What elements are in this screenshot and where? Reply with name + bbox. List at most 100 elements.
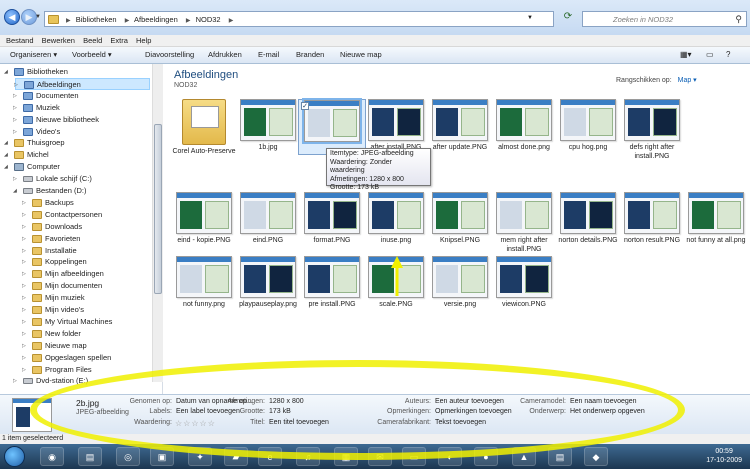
file-tile[interactable]: mem right after install.PNG	[490, 192, 558, 254]
burn-button[interactable]: Branden	[296, 50, 324, 59]
tree-item[interactable]: ▷ Documenten	[13, 90, 150, 102]
file-tile[interactable]: playpauseplay.png	[234, 256, 302, 310]
expand-arrow-icon[interactable]: ▷	[22, 352, 28, 364]
tree-item[interactable]: ▷ My Virtual Machines	[22, 316, 150, 328]
print-button[interactable]: Afdrukken	[208, 50, 242, 59]
tree-item[interactable]: ▷ Afbeeldingen	[14, 77, 150, 90]
tree-item[interactable]: ▷ Mijn documenten	[22, 280, 150, 292]
menu-item[interactable]: Help	[136, 35, 151, 47]
back-arrow-icon[interactable]: ◀	[4, 9, 20, 25]
tree-item[interactable]: ▷ New folder	[22, 328, 150, 340]
new-folder-button[interactable]: Nieuwe map	[340, 50, 382, 59]
breadcrumb-item[interactable]: Bibliotheken	[76, 15, 117, 24]
expand-arrow-icon[interactable]: ▷	[22, 221, 28, 233]
select-checkbox[interactable]: ✓	[301, 102, 309, 110]
breadcrumb-item[interactable]: NOD32	[196, 15, 221, 24]
tree-item[interactable]: ▷ Opgeslagen spellen	[22, 352, 150, 364]
file-tile[interactable]: after install.PNG	[362, 99, 430, 153]
file-tile[interactable]: norton result.PNG	[618, 192, 686, 246]
nav-scrollbar[interactable]	[152, 64, 163, 382]
tree-item[interactable]: ▷ Nieuwe bibliotheek	[13, 114, 150, 126]
chevron-right-icon[interactable]: ▶	[125, 18, 130, 24]
scrollbar-thumb[interactable]	[154, 124, 162, 294]
expand-arrow-icon[interactable]: ▷	[22, 268, 28, 280]
expand-arrow-icon[interactable]: ◢	[13, 185, 19, 197]
menu-item[interactable]: Extra	[110, 35, 128, 47]
expand-arrow-icon[interactable]: ▷	[22, 256, 28, 268]
file-tile[interactable]: eind - kopie.PNG	[170, 192, 238, 246]
taskbar-app-icon[interactable]: ◉	[40, 447, 64, 466]
expand-arrow-icon[interactable]: ▷	[22, 197, 28, 209]
tree-item[interactable]: ▷ Installatie	[22, 245, 150, 257]
file-tile[interactable]: ✓2b.jpg	[298, 98, 366, 155]
file-tile[interactable]: defs right after install.PNG	[618, 99, 686, 161]
chevron-right-icon[interactable]: ▶	[229, 18, 234, 24]
address-dropdown-icon[interactable]: ▼	[527, 15, 533, 21]
preview-button[interactable]: Voorbeeld ▾	[72, 50, 112, 59]
file-tile[interactable]: eind.PNG	[234, 192, 302, 246]
expand-arrow-icon[interactable]: ▷	[22, 304, 28, 316]
search-icon[interactable]: ⚲	[735, 14, 742, 25]
expand-arrow-icon[interactable]: ▷	[22, 292, 28, 304]
file-tile[interactable]: inuse.png	[362, 192, 430, 246]
preview-pane-icon[interactable]: ▭	[706, 50, 714, 59]
recent-pages-chevron-icon[interactable]: ▼	[35, 14, 41, 20]
file-tile[interactable]: pre install.PNG	[298, 256, 366, 310]
chevron-right-icon[interactable]: ▶	[186, 18, 191, 24]
expand-arrow-icon[interactable]: ▷	[22, 245, 28, 257]
tree-item[interactable]: ▷ Mijn video's	[22, 304, 150, 316]
menu-item[interactable]: Bewerken	[42, 35, 75, 47]
expand-arrow-icon[interactable]: ▷	[13, 375, 19, 387]
tree-item[interactable]: ▷ Favorieten	[22, 233, 150, 245]
expand-arrow-icon[interactable]: ▷	[22, 280, 28, 292]
view-options-icon[interactable]: ▦▾	[680, 50, 692, 59]
expand-arrow-icon[interactable]: ▷	[13, 173, 19, 185]
tree-item[interactable]: ▷ Lokale schijf (C:)	[13, 173, 150, 185]
search-input[interactable]: Zoeken in NOD32 ⚲	[582, 11, 747, 27]
expand-arrow-icon[interactable]: ▷	[22, 364, 28, 376]
expand-arrow-icon[interactable]: ◢	[4, 66, 10, 78]
tree-item[interactable]: ▷ Video's	[13, 126, 150, 138]
tree-item[interactable]: ▷ Contactpersonen	[22, 209, 150, 221]
taskbar-app-icon[interactable]: ◆	[584, 447, 608, 466]
email-button[interactable]: E-mail	[258, 50, 279, 59]
expand-arrow-icon[interactable]: ◢	[4, 161, 10, 173]
arrange-dropdown[interactable]: Map ▾	[678, 77, 697, 84]
tree-item[interactable]: ▷ Backups	[22, 197, 150, 209]
expand-arrow-icon[interactable]: ▷	[13, 114, 19, 126]
tree-item[interactable]: ◢ Computer	[4, 161, 150, 173]
file-tile[interactable]: Knipsel.PNG	[426, 192, 494, 246]
file-tile[interactable]: almost done.png	[490, 99, 558, 153]
tree-item[interactable]: ◢ Thuisgroep	[4, 137, 150, 149]
tree-item[interactable]: ▷ Mijn afbeeldingen	[22, 268, 150, 280]
expand-arrow-icon[interactable]: ▷	[22, 340, 28, 352]
slideshow-button[interactable]: Diavoorstelling	[145, 50, 194, 59]
address-field[interactable]: ▶ Bibliotheken ▶ Afbeeldingen ▶ NOD32 ▶ …	[44, 11, 554, 27]
help-icon[interactable]: ?	[726, 50, 730, 59]
menu-item[interactable]: Bestand	[6, 35, 34, 47]
expand-arrow-icon[interactable]: ▷	[22, 233, 28, 245]
tree-item[interactable]: ▷ Koppelingen	[22, 256, 150, 268]
start-button-icon[interactable]	[4, 446, 25, 467]
expand-arrow-icon[interactable]: ▷	[13, 102, 19, 114]
refresh-icon[interactable]: ⟳	[558, 11, 578, 27]
file-tile[interactable]: after update.PNG	[426, 99, 494, 153]
tree-item[interactable]: ▷ Muziek	[13, 102, 150, 114]
tree-item[interactable]: ◢ Michel	[4, 149, 150, 161]
tree-item[interactable]: ▷ Downloads	[22, 221, 150, 233]
file-tile[interactable]: 1b.jpg	[234, 99, 302, 153]
file-tile[interactable]: viewicon.PNG	[490, 256, 558, 310]
file-tile[interactable]: format.PNG	[298, 192, 366, 246]
expand-arrow-icon[interactable]: ◢	[4, 149, 10, 161]
file-tile[interactable]: cpu hog.png	[554, 99, 622, 153]
taskbar-clock[interactable]: 00:59 17-10-2009	[706, 448, 742, 465]
organize-button[interactable]: Organiseren ▾	[10, 50, 57, 59]
menu-item[interactable]: Beeld	[83, 35, 102, 47]
expand-arrow-icon[interactable]: ▷	[13, 90, 19, 102]
taskbar-app-icon[interactable]: ▤	[78, 447, 102, 466]
expand-arrow-icon[interactable]: ▷	[13, 126, 19, 138]
file-tile[interactable]: Corel Auto-Preserve	[170, 99, 238, 157]
expand-arrow-icon[interactable]: ▷	[22, 209, 28, 221]
tree-item[interactable]: ◢ Bibliotheken	[4, 66, 150, 78]
breadcrumb-item[interactable]: Afbeeldingen	[134, 15, 178, 24]
